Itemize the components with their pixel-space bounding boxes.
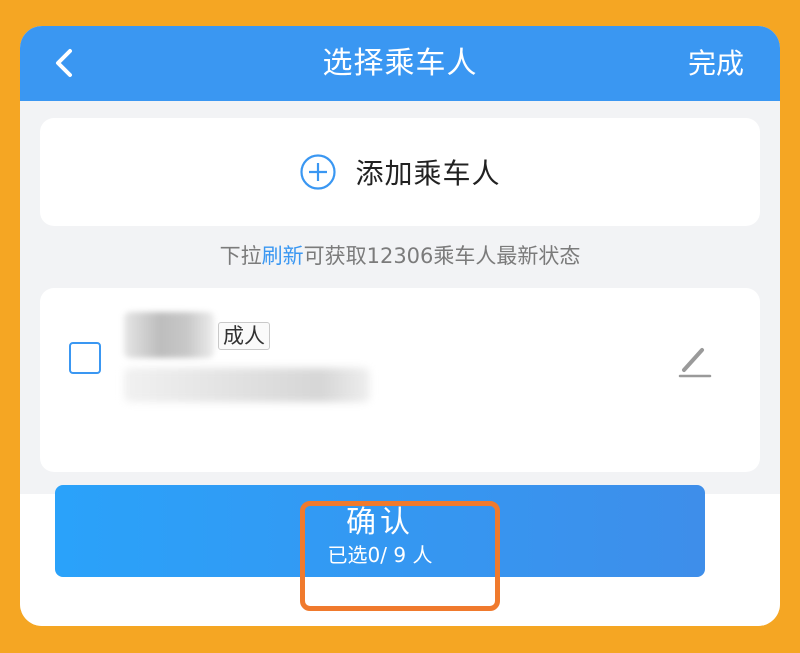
confirm-button[interactable]: 确认 已选0/ 9 人: [55, 485, 705, 577]
hint-suffix: 可获取12306乘车人最新状态: [303, 244, 581, 268]
passenger-checkbox[interactable]: [69, 342, 101, 374]
done-button[interactable]: 完成: [688, 26, 744, 101]
page-title: 选择乘车人: [322, 46, 478, 81]
refresh-link[interactable]: 刷新: [262, 244, 304, 268]
edit-pencil-icon[interactable]: [674, 342, 714, 382]
passenger-name-redacted: [124, 312, 214, 358]
passenger-type-badge: 成人: [218, 322, 270, 350]
plus-circle-icon: [300, 154, 337, 190]
add-passenger-label: 添加乘车人: [355, 157, 501, 190]
passenger-id-redacted: [124, 368, 370, 402]
confirm-label: 确认: [346, 505, 414, 540]
add-passenger-card[interactable]: 添加乘车人: [40, 118, 760, 226]
selection-count: 已选0/ 9 人: [327, 543, 433, 567]
passenger-list-item[interactable]: 成人: [40, 288, 760, 472]
refresh-hint: 下拉刷新可获取12306乘车人最新状态: [20, 240, 780, 270]
nav-bar: 选择乘车人 完成: [20, 26, 780, 101]
hint-prefix: 下拉: [219, 244, 262, 268]
